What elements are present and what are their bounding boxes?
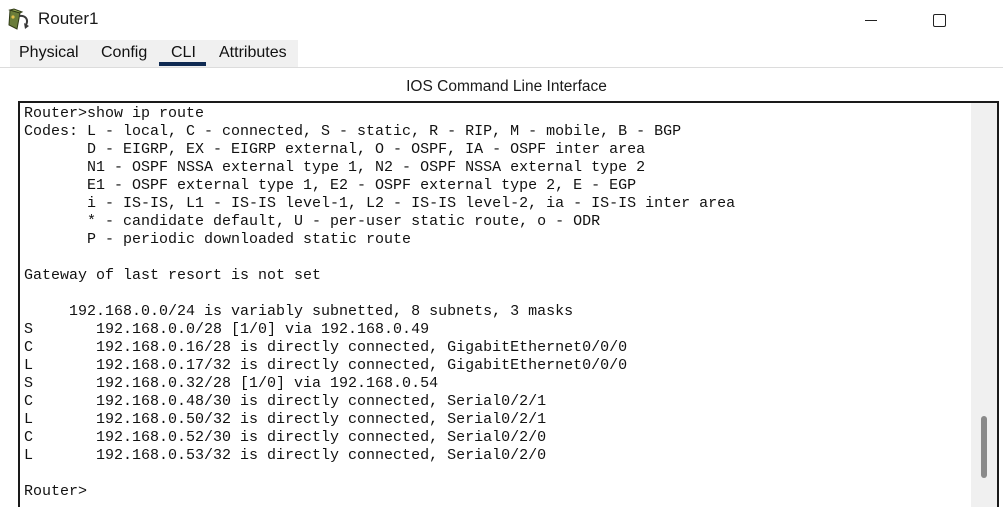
tab-cli[interactable]: CLI <box>171 44 196 62</box>
tab-divider <box>0 67 1003 68</box>
tab-config[interactable]: Config <box>101 44 147 62</box>
minimize-button[interactable] <box>848 4 894 36</box>
terminal-output[interactable]: Router>show ip route Codes: L - local, C… <box>24 105 735 501</box>
router-icon <box>8 8 29 30</box>
window-title: Router1 <box>38 9 99 28</box>
router-window: Router1 Physical Config CLI Attributes I… <box>0 0 1003 507</box>
title-bar: Router1 <box>0 0 1003 40</box>
section-title: IOS Command Line Interface <box>406 78 607 95</box>
maximize-button[interactable] <box>916 4 962 36</box>
maximize-icon <box>932 13 946 27</box>
scrollbar-thumb[interactable] <box>981 416 987 478</box>
vertical-scrollbar[interactable] <box>971 103 997 507</box>
active-tab-indicator <box>159 62 206 66</box>
tab-bar: Physical Config CLI Attributes <box>0 40 1003 68</box>
minimize-icon <box>865 19 877 21</box>
tab-attributes[interactable]: Attributes <box>219 44 287 62</box>
tab-physical[interactable]: Physical <box>19 44 79 62</box>
cli-terminal[interactable]: Router>show ip route Codes: L - local, C… <box>18 101 999 507</box>
